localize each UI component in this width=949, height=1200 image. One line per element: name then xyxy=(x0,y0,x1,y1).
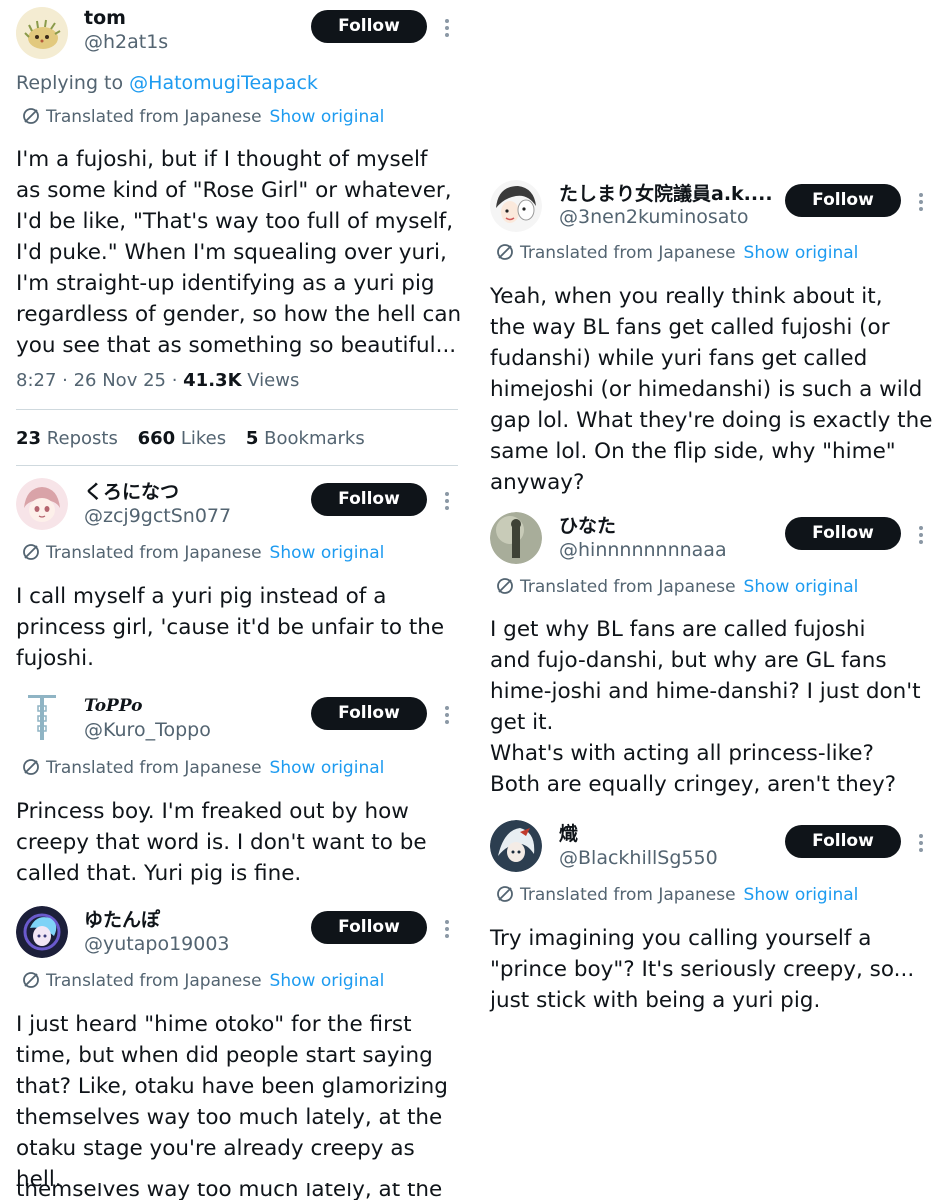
display-name[interactable]: 熾 xyxy=(559,822,578,846)
display-name[interactable]: tom xyxy=(84,6,126,30)
translation-notice: Translated from Japanese Show original xyxy=(496,576,858,598)
more-options-icon[interactable] xyxy=(916,190,926,214)
replying-to: Replying to @HatomugiTeapack xyxy=(16,71,318,95)
follow-button[interactable]: Follow xyxy=(785,184,901,217)
more-options-icon[interactable] xyxy=(442,16,452,40)
post-body: I just heard "hime otoko" for the first … xyxy=(16,1012,448,1192)
follow-button[interactable]: Follow xyxy=(311,911,427,944)
avatar[interactable] xyxy=(490,512,542,564)
display-name[interactable]: たしまり女院議員a.k.... xyxy=(559,182,773,206)
display-name[interactable]: ゆたんぽ xyxy=(84,908,160,932)
translated-label: Translated from Japanese xyxy=(520,885,736,905)
replying-handle-link[interactable]: @HatomugiTeapack xyxy=(129,72,318,94)
translation-notice: Translated from Japanese Show original xyxy=(496,884,858,906)
divider xyxy=(16,409,458,410)
follow-button[interactable]: Follow xyxy=(311,483,427,516)
cut-off-line: themselves way too much lately, at the xyxy=(16,1183,443,1200)
translate-icon xyxy=(23,759,39,775)
display-name[interactable]: ToPPo xyxy=(84,694,143,718)
post-body: I'm a fujoshi, but if I thought of mysel… xyxy=(16,147,462,358)
cut-off-text: themselves way too much lately, at the xyxy=(16,1183,456,1200)
right-column: たしまり女院議員a.k.... @3nen2kuminosato Follow … xyxy=(475,0,949,1200)
handle[interactable]: @zcj9gctSn077 xyxy=(84,504,231,528)
avatar[interactable] xyxy=(16,692,68,744)
post-time[interactable]: 8:27 · 26 Nov 25 · xyxy=(16,370,177,391)
show-original-link[interactable]: Show original xyxy=(744,243,859,263)
handle[interactable]: @BlackhillSg550 xyxy=(559,846,718,870)
translation-notice: Translated from Japanese Show original xyxy=(496,242,858,264)
post-body: I get why BL fans are called fujoshi and… xyxy=(490,617,921,797)
more-options-icon[interactable] xyxy=(916,831,926,855)
left-column: tom @h2at1s Follow Replying to @Hatomugi… xyxy=(0,0,465,1200)
show-original-link[interactable]: Show original xyxy=(270,971,385,991)
handle[interactable]: @yutapo19003 xyxy=(84,932,230,956)
reposts-stat[interactable]: 23 Reposts xyxy=(16,428,118,449)
translation-notice: Translated from Japanese Show original xyxy=(22,970,384,992)
bookmarks-count: 5 xyxy=(245,428,259,449)
handle[interactable]: @h2at1s xyxy=(84,30,168,54)
translation-notice: Translated from Japanese Show original xyxy=(22,542,384,564)
translate-icon xyxy=(497,578,513,594)
translation-notice: Translated from Japanese Show original xyxy=(22,757,384,779)
likes-count: 660 xyxy=(137,428,176,449)
display-name[interactable]: ひなた xyxy=(559,514,616,538)
show-original-link[interactable]: Show original xyxy=(270,107,385,127)
reposts-count: 23 xyxy=(16,428,42,449)
post-body: I call myself a yuri pig instead of a pr… xyxy=(16,584,445,671)
post-stats: 23 Reposts 660 Likes 5 Bookmarks xyxy=(16,427,365,451)
post-body: Try imagining you calling yourself a "pr… xyxy=(490,926,915,1013)
translation-notice: Translated from Japanese Show original xyxy=(22,106,384,128)
translate-icon xyxy=(497,244,513,260)
avatar[interactable] xyxy=(16,906,68,958)
follow-button[interactable]: Follow xyxy=(785,825,901,858)
handle[interactable]: @Kuro_Toppo xyxy=(84,718,211,742)
display-name[interactable]: くろになつ xyxy=(84,480,179,504)
follow-button[interactable]: Follow xyxy=(785,517,901,550)
more-options-icon[interactable] xyxy=(916,523,926,547)
replying-prefix: Replying to xyxy=(16,72,124,94)
handle[interactable]: @hinnnnnnnnaaa xyxy=(559,538,727,562)
translate-icon xyxy=(23,972,39,988)
translated-label: Translated from Japanese xyxy=(520,577,736,597)
post-meta: 8:27 · 26 Nov 25 · 41.3K Views xyxy=(16,369,299,393)
views-count: 41.3K xyxy=(183,370,242,391)
post-body: Princess boy. I'm freaked out by how cre… xyxy=(16,799,427,886)
bookmarks-stat[interactable]: 5 Bookmarks xyxy=(246,428,365,449)
avatar[interactable] xyxy=(16,478,68,530)
divider xyxy=(16,465,458,466)
show-original-link[interactable]: Show original xyxy=(744,885,859,905)
handle[interactable]: @3nen2kuminosato xyxy=(559,205,748,229)
post-body: Yeah, when you really think about it, th… xyxy=(490,284,933,495)
avatar[interactable] xyxy=(16,7,68,59)
translate-icon xyxy=(497,886,513,902)
translate-icon xyxy=(23,544,39,560)
translate-icon xyxy=(23,108,39,124)
translated-label: Translated from Japanese xyxy=(46,758,262,778)
translated-label: Translated from Japanese xyxy=(46,107,262,127)
show-original-link[interactable]: Show original xyxy=(270,543,385,563)
translated-label: Translated from Japanese xyxy=(520,243,736,263)
follow-button[interactable]: Follow xyxy=(311,697,427,730)
views-label: Views xyxy=(247,370,300,391)
follow-button[interactable]: Follow xyxy=(311,10,427,43)
more-options-icon[interactable] xyxy=(442,917,452,941)
translated-label: Translated from Japanese xyxy=(46,543,262,563)
more-options-icon[interactable] xyxy=(442,489,452,513)
bookmarks-label: Bookmarks xyxy=(264,428,365,449)
translated-label: Translated from Japanese xyxy=(46,971,262,991)
more-options-icon[interactable] xyxy=(442,703,452,727)
show-original-link[interactable]: Show original xyxy=(744,577,859,597)
likes-label: Likes xyxy=(180,428,227,449)
show-original-link[interactable]: Show original xyxy=(270,758,385,778)
reposts-label: Reposts xyxy=(46,428,118,449)
likes-stat[interactable]: 660 Likes xyxy=(138,428,227,449)
avatar[interactable] xyxy=(490,820,542,872)
avatar[interactable] xyxy=(490,180,542,232)
